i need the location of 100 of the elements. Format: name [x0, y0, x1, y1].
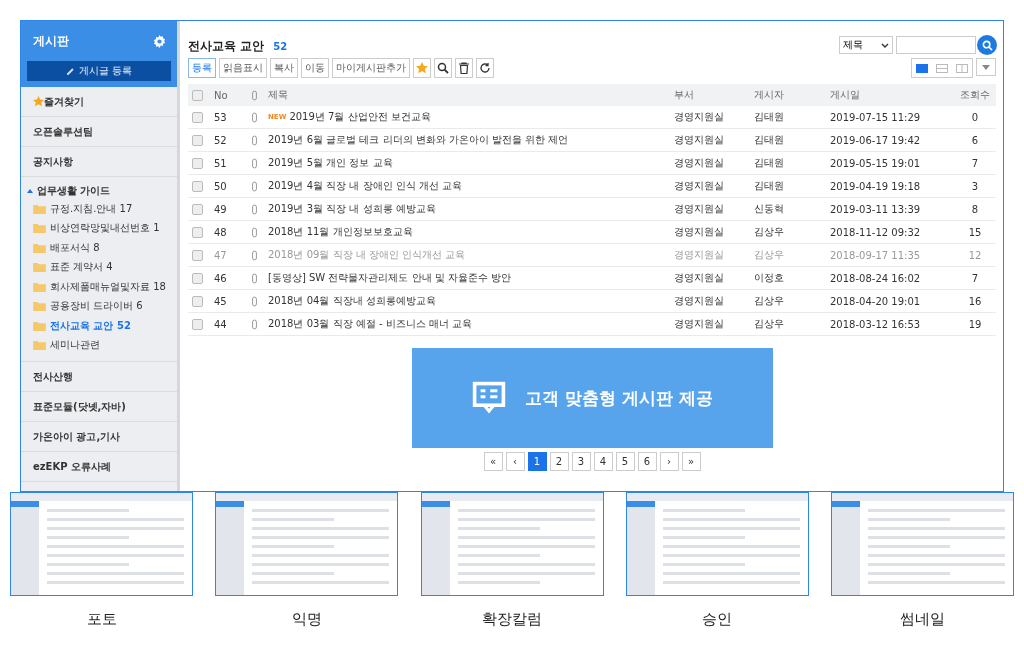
select-all-checkbox[interactable] [192, 89, 203, 101]
department-cell-text: 경영지원실 [674, 133, 725, 147]
post-row[interactable]: 46 [동영상] SW 전략물자관리제도 안내 및 자율준수 방안 경영지원실 이정호 2018-08-24 16:02 7 [188, 267, 996, 290]
post-row[interactable]: 50 2019년 4월 직장 내 장애인 인식 개선 교육 경영지원실 김태원 2019-04-19 19:18 3 [188, 175, 996, 198]
sidebar-item[interactable]: 즐겨찾기 [21, 87, 177, 117]
page-button[interactable]: 4 [593, 452, 613, 471]
sidebar-folder[interactable]: 전사교육 교안 52 [21, 316, 177, 336]
author-cell-text: 김태원 [754, 156, 785, 170]
sidebar-item[interactable]: ezEKP 오류사례 [21, 452, 177, 482]
paperclip-icon [252, 157, 257, 169]
toolbar-button[interactable]: 이동 [301, 58, 329, 78]
post-number: 49 [214, 203, 228, 215]
row-checkbox[interactable] [192, 295, 203, 307]
row-checkbox[interactable] [192, 226, 203, 238]
row-checkbox[interactable] [192, 203, 203, 215]
views-cell-text: 8 [970, 203, 980, 215]
column-header[interactable]: 제목 [268, 88, 674, 102]
sidebar-folder[interactable]: 세미나관련 [21, 335, 177, 355]
column-header[interactable]: No [214, 89, 252, 101]
sidebar-item[interactable]: 공지사항 [21, 147, 177, 177]
post-title[interactable]: 2018년 03월 직장 예절 - 비즈니스 매너 교육 [268, 317, 473, 331]
sidebar-item[interactable]: 전사산행 [21, 362, 177, 392]
post-title[interactable]: 2019년 5월 개인 정보 교육 [268, 156, 393, 170]
post-title[interactable]: 2019년 6월 글로벌 테크 리더의 변화와 가온아이 발전을 위한 제언 [268, 133, 569, 147]
page-button[interactable]: 2 [549, 452, 569, 471]
column-header[interactable]: 게시자 [754, 88, 830, 102]
trash-icon [458, 62, 470, 74]
date-cell-text: 2018-03-12 16:53 [830, 318, 922, 330]
row-checkbox[interactable] [192, 272, 203, 284]
pencil-icon [65, 66, 75, 76]
post-title[interactable]: 2019년 4월 직장 내 장애인 인식 개선 교육 [268, 179, 463, 193]
column-header[interactable]: 부서 [674, 88, 754, 102]
post-title[interactable]: [동영상] SW 전략물자관리제도 안내 및 자율준수 방안 [268, 271, 512, 285]
paperclip-icon [252, 226, 257, 238]
sidebar-group[interactable]: 업무생활 가이드 [21, 183, 177, 199]
row-checkbox[interactable] [192, 157, 203, 169]
post-row[interactable]: 51 2019년 5월 개인 정보 교육 경영지원실 김태원 2019-05-15 19:01 7 [188, 152, 996, 175]
post-row[interactable]: 48 2018년 11월 개인정보보호교육 경영지원실 김상우 2018-11-12 09:32 15 [188, 221, 996, 244]
page-button[interactable]: 1 [527, 452, 547, 471]
post-row[interactable]: 44 2018년 03월 직장 예절 - 비즈니스 매너 교육 경영지원실 김상우 2018-03-12 16:53 19 [188, 313, 996, 336]
search-button[interactable] [434, 58, 452, 78]
search-field-select[interactable]: 제목 [839, 36, 893, 54]
dropdown-button[interactable] [976, 58, 996, 76]
sidebar-folder[interactable]: 표준 계약서 4 [21, 257, 177, 277]
row-checkbox[interactable] [192, 134, 203, 146]
sidebar-folder[interactable]: 공용장비 드라이버 6 [21, 296, 177, 316]
author-cell-text: 이정호 [754, 271, 785, 285]
row-checkbox[interactable] [192, 318, 203, 330]
previous-page-button[interactable]: ‹ [505, 452, 525, 471]
date-cell-text: 2019-07-15 11:29 [830, 111, 922, 123]
new-post-button[interactable]: 게시글 등록 [27, 61, 171, 81]
post-title[interactable]: 2018년 11월 개인정보보호교육 [268, 225, 413, 239]
search-icon [981, 39, 993, 51]
row-checkbox[interactable] [192, 111, 203, 123]
layout-icon [956, 63, 968, 73]
page-button[interactable]: 6 [637, 452, 657, 471]
settings-icon[interactable] [153, 34, 166, 48]
post-title[interactable]: 2018년 04월 직장내 성희롱예방교육 [268, 294, 436, 308]
toolbar-button[interactable]: 읽음표시 [219, 58, 267, 78]
sidebar-folder[interactable]: 비상연락망및내선번호 1 [21, 218, 177, 238]
post-row[interactable]: 52 2019년 6월 글로벌 테크 리더의 변화와 가온아이 발전을 위한 제언 경영지원실 김태원 2019-06-17 19:42 6 [188, 129, 996, 152]
folder-icon [33, 340, 46, 351]
row-checkbox[interactable] [192, 249, 203, 261]
search-input[interactable] [896, 36, 976, 54]
sidebar-folder[interactable]: 회사제품매뉴얼및자료 18 [21, 277, 177, 297]
views-cell-text: 6 [970, 134, 980, 146]
board-title: 전사교육 교안 [188, 39, 265, 53]
date-cell-text: 2018-09-17 11:35 [830, 249, 922, 261]
post-title[interactable]: 2019년 3월 직장 내 성희롱 예방교육 [268, 202, 436, 216]
sidebar-item[interactable]: 오픈솔루션팀 [21, 117, 177, 147]
page-button[interactable]: 3 [571, 452, 591, 471]
delete-button[interactable] [455, 58, 473, 78]
paperclip-icon [252, 89, 257, 101]
date-cell-text: 2018-11-12 09:32 [830, 226, 922, 238]
first-page-button[interactable]: « [483, 452, 503, 471]
next-page-button[interactable]: › [659, 452, 679, 471]
sidebar-folder[interactable]: 배포서식 8 [21, 238, 177, 258]
toolbar-button[interactable]: 마이게시판추가 [332, 58, 410, 78]
date-cell-text: 2018-04-20 19:01 [830, 295, 922, 307]
refresh-icon [479, 62, 491, 74]
author-cell-text: 김상우 [754, 294, 785, 308]
paperclip-icon [252, 318, 257, 330]
department-cell-text: 경영지원실 [674, 202, 725, 216]
refresh-button[interactable] [476, 58, 494, 78]
column-header[interactable]: 조회수 [954, 88, 996, 102]
views-cell-text: 16 [967, 295, 983, 307]
toolbar-button[interactable]: 복사 [270, 58, 298, 78]
sidebar-folder[interactable]: 규정.지침.안내 17 [21, 199, 177, 219]
date-cell-text: 2019-04-19 19:18 [830, 180, 922, 192]
post-row[interactable]: 45 2018년 04월 직장내 성희롱예방교육 경영지원실 김상우 2018-04-20 19:01 16 [188, 290, 996, 313]
page-button[interactable]: 5 [615, 452, 635, 471]
post-title[interactable]: 2019년 7월 산업안전 보건교육 [289, 110, 431, 124]
toolbar-button[interactable]: 등록 [188, 58, 216, 78]
sidebar-item[interactable]: 가온아이 광고,기사 [21, 422, 177, 452]
column-header[interactable]: 게시일 [830, 88, 954, 102]
last-page-button[interactable]: » [681, 452, 701, 471]
row-checkbox[interactable] [192, 180, 203, 192]
sidebar-item[interactable]: 표준모듈(닷넷,자바) [21, 392, 177, 422]
sidebar-title: 게시판 [33, 32, 69, 50]
post-row[interactable]: 49 2019년 3월 직장 내 성희롱 예방교육 경영지원실 신동혁 2019-03-11 13:39 8 [188, 198, 996, 221]
